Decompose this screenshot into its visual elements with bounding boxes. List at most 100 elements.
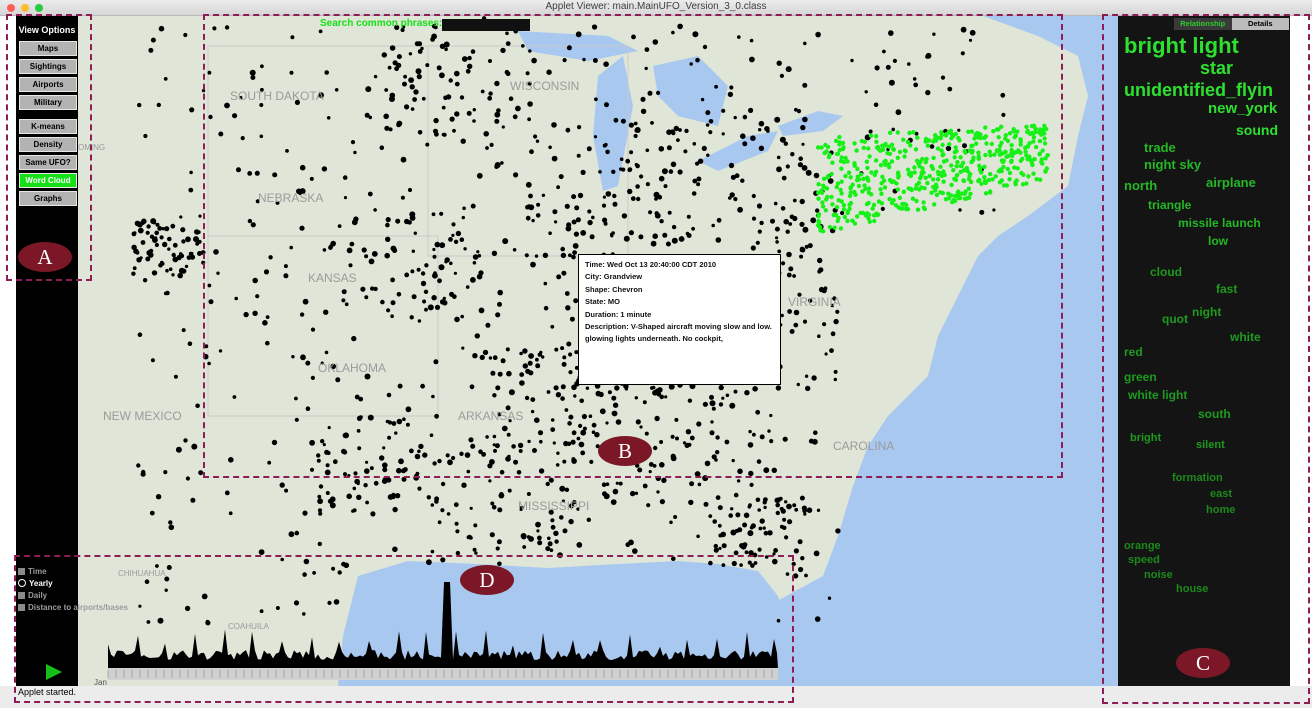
sighting-marker — [392, 506, 398, 513]
sighting-marker — [184, 264, 189, 269]
sighting-marker — [151, 270, 158, 276]
sighting-marker — [145, 256, 151, 262]
sighting-marker — [669, 520, 673, 525]
sighting-marker — [150, 358, 155, 363]
sighting-marker — [496, 539, 502, 545]
sighting-marker — [185, 476, 190, 481]
sighting-marker — [143, 133, 148, 139]
sighting-marker — [758, 526, 763, 531]
sighting-marker — [160, 261, 165, 266]
sighting-marker — [162, 241, 168, 248]
sighting-marker — [183, 32, 188, 38]
sighting-marker — [535, 521, 541, 528]
sighting-marker — [168, 267, 173, 271]
sighting-marker — [177, 272, 183, 279]
map-region-label: NEW MEXICO — [103, 409, 182, 423]
sighting-marker — [163, 77, 168, 81]
sighting-marker — [137, 332, 143, 338]
sighting-marker — [550, 524, 556, 530]
sighting-marker — [170, 223, 176, 229]
sighting-marker — [373, 480, 379, 486]
sighting-marker — [187, 341, 193, 347]
sighting-marker — [615, 481, 619, 485]
sighting-marker — [150, 218, 157, 225]
sighting-marker — [800, 556, 805, 561]
sighting-marker — [318, 484, 324, 489]
sighting-marker — [224, 490, 230, 496]
sighting-marker — [718, 533, 723, 538]
sighting-marker — [352, 486, 357, 491]
sighting-marker — [417, 486, 422, 491]
annotation-badge-c: C — [1176, 648, 1230, 678]
sighting-marker — [780, 508, 786, 514]
sighting-marker — [171, 273, 175, 277]
sighting-marker — [713, 547, 719, 553]
sighting-marker — [806, 507, 813, 513]
sighting-marker — [317, 494, 322, 499]
sighting-marker — [167, 247, 171, 251]
sighting-marker — [656, 490, 660, 494]
sighting-marker — [814, 616, 821, 622]
sighting-marker — [742, 522, 748, 528]
sighting-marker — [767, 530, 773, 536]
sighting-marker — [801, 505, 808, 511]
sighting-marker — [179, 215, 183, 219]
sighting-marker — [426, 495, 431, 500]
sighting-marker — [288, 531, 295, 538]
sighting-marker — [549, 548, 554, 552]
sighting-marker — [171, 252, 176, 258]
sighting-marker — [792, 503, 797, 508]
sighting-marker — [713, 543, 718, 549]
sighting-marker — [190, 497, 196, 503]
sighting-marker — [467, 534, 472, 539]
sighting-marker — [545, 481, 550, 487]
sighting-marker — [317, 498, 323, 505]
sighting-marker — [145, 230, 150, 235]
sighting-marker — [356, 494, 362, 500]
sighting-marker — [545, 546, 551, 552]
sighting-marker — [629, 490, 636, 497]
sighting-marker — [294, 530, 300, 536]
sighting-marker — [453, 502, 459, 508]
sighting-marker — [827, 596, 832, 600]
sighting-marker — [149, 510, 155, 516]
sighting-marker — [646, 503, 651, 508]
sighting-marker — [562, 528, 568, 534]
sighting-marker — [191, 443, 198, 450]
sighting-marker — [177, 256, 182, 261]
sighting-marker — [697, 482, 702, 487]
sighting-marker — [136, 463, 141, 468]
sighting-marker — [181, 328, 186, 333]
sighting-marker — [329, 502, 336, 509]
sighting-marker — [188, 251, 193, 256]
sighting-marker — [787, 519, 793, 525]
sighting-marker — [172, 242, 178, 248]
sighting-marker — [507, 488, 512, 493]
annotation-badge-a: A — [18, 242, 72, 272]
sighting-marker — [784, 535, 789, 540]
sighting-marker — [155, 222, 160, 227]
sighting-marker — [603, 493, 610, 500]
sighting-marker — [784, 500, 788, 504]
sighting-marker — [197, 251, 202, 256]
sighting-marker — [760, 519, 764, 523]
sighting-marker — [586, 517, 591, 522]
sighting-marker — [553, 530, 559, 536]
sighting-marker — [185, 236, 191, 243]
sighting-marker — [488, 479, 492, 483]
sighting-marker — [146, 224, 151, 229]
sighting-marker — [736, 479, 741, 483]
sighting-marker — [661, 477, 667, 483]
sighting-marker — [196, 230, 201, 235]
sighting-marker — [550, 518, 555, 523]
sighting-marker — [189, 170, 193, 175]
sighting-marker — [167, 236, 172, 242]
sighting-marker — [370, 511, 376, 517]
window-title: Applet Viewer: main.MainUFO_Version_3_0.… — [545, 1, 767, 12]
sighting-marker — [156, 102, 161, 108]
sighting-marker — [381, 478, 388, 485]
sighting-marker — [455, 529, 460, 534]
sighting-marker — [813, 550, 820, 557]
sighting-marker — [559, 515, 564, 520]
sighting-marker — [688, 499, 694, 506]
